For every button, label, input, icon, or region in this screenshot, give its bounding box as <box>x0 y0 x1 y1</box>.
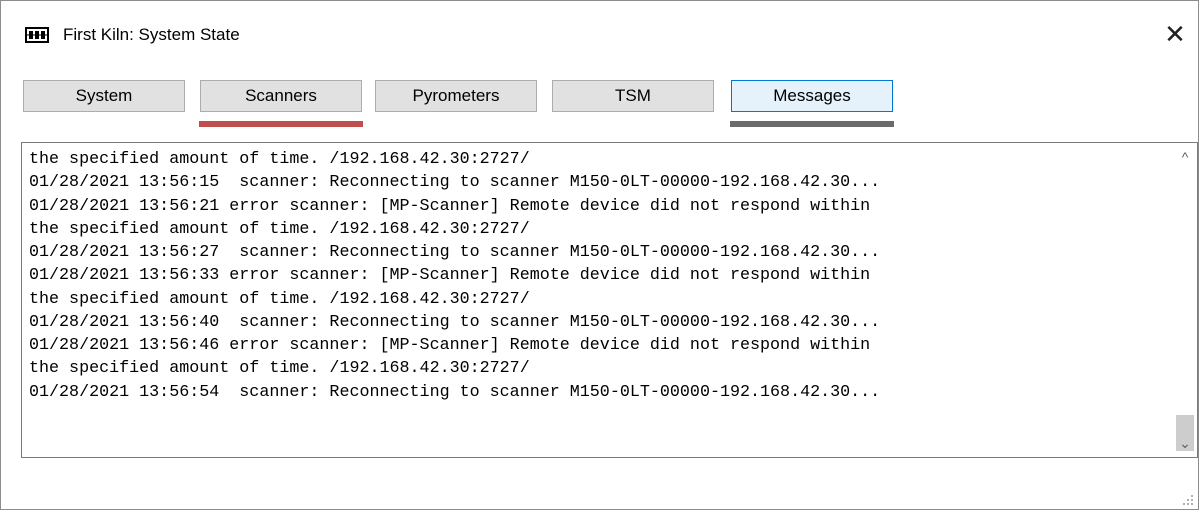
system-state-window: First Kiln: System State ✕ System Scanne… <box>0 0 1199 510</box>
tab-pyrometers[interactable]: Pyrometers <box>375 80 537 112</box>
tab-scanners[interactable]: Scanners <box>200 80 362 112</box>
vertical-scrollbar[interactable]: ^ ⌄ <box>1173 143 1197 457</box>
log-line: the specified amount of time. /192.168.4… <box>29 359 530 379</box>
title-bar[interactable]: First Kiln: System State ✕ <box>1 1 1198 65</box>
tab-system[interactable]: System <box>23 80 185 112</box>
kiln-window-icon <box>25 26 49 44</box>
chevron-down-icon[interactable]: ⌄ <box>1173 435 1197 455</box>
log-line: 01/28/2021 13:56:54 scanner: Reconnectin… <box>29 382 881 402</box>
log-line: 01/28/2021 13:56:21 error scanner: [MP-S… <box>29 196 871 216</box>
log-line: 01/28/2021 13:56:40 scanner: Reconnectin… <box>29 312 881 332</box>
log-line: the specified amount of time. /192.168.4… <box>29 150 530 169</box>
tab-bar: System Scanners Pyrometers TSM Messages <box>23 80 923 132</box>
log-line: 01/28/2021 13:56:27 scanner: Reconnectin… <box>29 243 881 262</box>
log-line: the specified amount of time. /192.168.4… <box>29 219 530 239</box>
log-line: the specified amount of time. /192.168.4… <box>29 289 530 309</box>
log-line: 01/28/2021 13:56:15 scanner: Reconnectin… <box>29 173 881 193</box>
chevron-up-icon[interactable]: ^ <box>1173 149 1197 169</box>
tab-messages[interactable]: Messages <box>731 80 893 112</box>
log-line: 01/28/2021 13:56:46 error scanner: [MP-S… <box>29 336 871 355</box>
close-icon[interactable]: ✕ <box>1158 17 1192 51</box>
messages-log[interactable]: the specified amount of time. /192.168.4… <box>21 142 1198 458</box>
tab-tsm[interactable]: TSM <box>552 80 714 112</box>
log-line: 01/28/2021 13:56:33 error scanner: [MP-S… <box>29 266 871 286</box>
resize-grip-icon[interactable] <box>1182 493 1194 505</box>
window-title: First Kiln: System State <box>63 25 240 44</box>
log-text: the specified amount of time. /192.168.4… <box>29 148 1159 404</box>
messages-selected-indicator <box>730 121 894 127</box>
scanners-alert-indicator <box>199 121 363 127</box>
